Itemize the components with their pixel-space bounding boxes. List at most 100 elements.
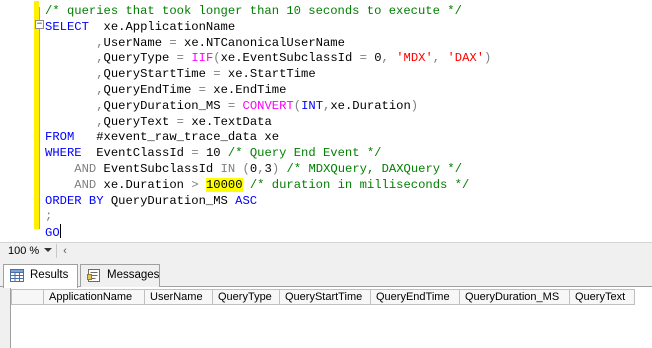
code-line[interactable]: ,UserName = xe.NTCanonicalUserName [45, 35, 345, 51]
code-line[interactable]: ORDER BY QueryDuration_MS ASC [45, 193, 257, 209]
code-token: /* duration in milliseconds */ [249, 177, 470, 192]
code-token: GO [45, 226, 60, 241]
code-token: , [381, 51, 389, 66]
text-caret [59, 224, 61, 239]
code-token: > [191, 177, 199, 192]
code-token: xe.ApplicationName [88, 19, 236, 34]
code-token: = [191, 146, 199, 161]
code-token: QueryDuration_MS [103, 98, 228, 113]
code-line[interactable]: GO [45, 224, 61, 240]
code-token: 10 [198, 146, 228, 161]
editor-margin [0, 0, 34, 242]
code-token: WHERE [45, 146, 82, 161]
code-token: 10000 [205, 177, 243, 192]
code-line[interactable]: AND EventSubclassId IN (0,3) /* MDXQuery… [45, 161, 462, 177]
code-token: 'DAX' [447, 51, 485, 66]
code-token: xe.EndTime [205, 83, 287, 97]
code-line[interactable]: FROM #xevent_raw_trace_data xe [45, 129, 279, 145]
code-token: INT [301, 98, 324, 113]
code-token: = [176, 114, 184, 129]
tab-messages[interactable]: Messages [80, 264, 160, 287]
code-token: xe.TextData [184, 114, 272, 129]
code-token: SELECT [45, 19, 89, 34]
code-token: = [359, 51, 367, 66]
results-tab-strip: Results Messages [0, 259, 652, 288]
column-header[interactable]: QueryStartTime [279, 289, 370, 305]
code-token: , [96, 51, 104, 66]
code-token: , [96, 98, 104, 113]
code-token: IIF [191, 51, 214, 66]
code-line[interactable]: WHERE EventClassId = 10 /* Query End Eve… [45, 145, 381, 161]
code-line[interactable]: SELECT xe.ApplicationName [45, 19, 235, 35]
code-line[interactable]: ,QueryEndTime = xe.EndTime [45, 82, 286, 98]
code-token: /* MDXQuery, DAXQuery */ [286, 162, 463, 176]
code-token: , [96, 114, 104, 129]
results-pane: Results Messages ApplicationName UserNam… [0, 259, 652, 348]
code-token: 3 [264, 162, 272, 176]
code-token: UserName [103, 35, 170, 50]
code-token: EventSubclassId [96, 162, 221, 176]
grid-corner-cell[interactable] [11, 289, 43, 305]
code-token: AND [74, 162, 97, 176]
code-line[interactable]: ,QueryStartTime = xe.StartTime [45, 66, 316, 82]
code-token: QueryText [103, 114, 177, 129]
collapse-toggle-icon[interactable]: − [35, 20, 44, 29]
code-token: QueryEndTime [103, 83, 199, 97]
tab-results[interactable]: Results [3, 264, 78, 288]
column-header[interactable]: UserName [144, 289, 212, 305]
code-token: = [198, 83, 206, 97]
code-line[interactable]: ,QueryType = IIF(xe.EventSubclassId = 0,… [45, 50, 491, 66]
code-token: ( [242, 162, 250, 176]
column-header[interactable]: QueryType [212, 289, 279, 305]
code-token: 0 [366, 51, 382, 66]
code-token: QueryStartTime [103, 67, 214, 82]
results-grid[interactable]: ApplicationName UserName QueryType Query… [10, 287, 652, 348]
zoom-dropdown-icon[interactable] [44, 248, 52, 252]
scroll-left-icon[interactable]: ‹ [58, 244, 72, 258]
code-line[interactable]: /* queries that took longer than 10 seco… [45, 3, 462, 19]
code-token: xe.StartTime [220, 67, 316, 82]
messages-icon [87, 269, 100, 282]
code-token: = [213, 67, 221, 82]
code-token: = [169, 35, 177, 50]
code-token: xe.Duration [96, 177, 192, 192]
code-token: EventClassId [81, 146, 192, 161]
code-token: , [432, 51, 441, 66]
code-token: , [96, 35, 104, 50]
grid-icon [10, 269, 24, 282]
column-header[interactable]: QueryEndTime [370, 289, 459, 305]
code-token: ) [410, 98, 419, 113]
divider [56, 244, 57, 258]
column-header[interactable]: ApplicationName [43, 289, 144, 305]
column-header[interactable]: QueryDuration_MS [459, 289, 569, 305]
code-token: IN [220, 162, 236, 176]
code-token: ( [293, 98, 302, 113]
tab-messages-label: Messages [107, 269, 160, 281]
code-line[interactable]: AND xe.Duration > 10000 /* duration in m… [45, 177, 469, 193]
code-token: ( [213, 51, 221, 66]
code-token: ASC [235, 193, 258, 208]
code-token: ) [484, 51, 492, 66]
code-token: FROM [45, 130, 75, 145]
code-token: #xevent_raw_trace_data xe [74, 130, 280, 145]
column-header[interactable]: QueryText [569, 289, 635, 305]
zoom-level[interactable]: 100 % [8, 244, 39, 258]
code-token: = [176, 51, 184, 66]
code-line[interactable]: ; [45, 208, 52, 224]
code-token: QueryDuration_MS [103, 193, 236, 208]
query-editor[interactable]: − /* queries that took longer than 10 se… [0, 0, 652, 242]
code-token: QueryType [103, 51, 177, 66]
editor-status-strip: 100 % ‹ [0, 242, 652, 259]
code-line[interactable]: ,QueryDuration_MS = CONVERT(INT,xe.Durat… [45, 98, 418, 114]
code-line[interactable]: ,QueryText = xe.TextData [45, 114, 272, 130]
code-token: ; [45, 209, 53, 224]
code-token: 'MDX' [396, 51, 433, 66]
